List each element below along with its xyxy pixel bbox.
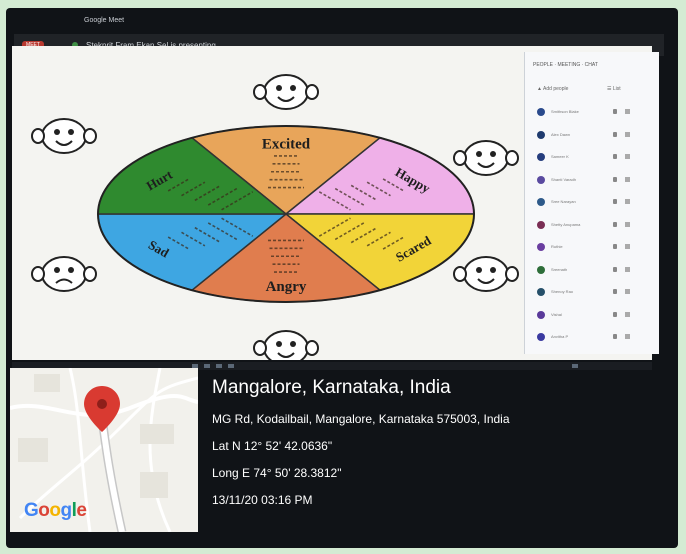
avatar (537, 220, 545, 229)
participant-name: Sreenath (551, 266, 568, 272)
participant-name: Alex Dawn (551, 131, 571, 137)
participant-name: Sameer K (551, 154, 569, 159)
location-address: MG Rd, Kodailbail, Mangalore, Karnataka … (212, 412, 510, 426)
microphone-icon[interactable] (613, 334, 617, 339)
more-options-icon[interactable] (625, 176, 630, 182)
avatar (537, 198, 545, 206)
participant-name: Anvitha P (551, 334, 569, 339)
taskbar-app-icon[interactable] (216, 364, 222, 368)
participant-name: Sree Narayan (551, 199, 576, 204)
photo-frame: Google Meet MEET Stekprit Fram Ekan Sel … (0, 0, 686, 554)
avatar (537, 288, 545, 296)
google-logo-letter: G (24, 500, 39, 521)
microphone-icon[interactable] (613, 244, 617, 249)
browser-topbar: Google Meet (14, 12, 664, 32)
avatar (537, 333, 545, 341)
participant-name: Shetty Anupama (551, 221, 581, 227)
microphone-icon[interactable] (613, 109, 617, 114)
participant-row[interactable]: Ruthie (531, 239, 653, 255)
avatar (537, 108, 545, 116)
location-title: Mangalore, Karnataka, India (212, 377, 451, 398)
geo-stamp: Mangalore, Karnataka, India MG Rd, Kodai… (212, 377, 686, 520)
more-options-icon[interactable] (625, 131, 630, 137)
participant-name: Smithson Blake (551, 109, 579, 114)
participant-name: Ruthie (551, 244, 563, 249)
microphone-icon[interactable] (613, 289, 617, 294)
panel-header: PEOPLE · MEETING · CHAT (533, 62, 598, 68)
microphone-icon[interactable] (613, 221, 617, 227)
taskbar-app-icon[interactable] (228, 364, 234, 368)
microphone-icon[interactable] (613, 176, 617, 182)
microphone-icon[interactable] (613, 154, 617, 159)
more-options-icon[interactable] (625, 109, 630, 114)
wheel-label-excited: Excited (262, 137, 311, 153)
more-options-icon[interactable] (625, 311, 630, 317)
more-options-icon[interactable] (625, 244, 630, 249)
emoji-face-icon (31, 118, 97, 154)
participant-row[interactable]: Vishal (531, 307, 653, 323)
emoji-face-icon (453, 140, 519, 176)
avatar (537, 153, 545, 161)
avatar (537, 130, 545, 139)
participant-name: Shenoy Rao (551, 289, 574, 294)
participant-row[interactable]: Sreenath (531, 262, 653, 278)
taskbar-app-icon[interactable] (204, 364, 210, 368)
google-logo-letter: e (76, 500, 87, 521)
participant-name: Vishal (551, 311, 562, 317)
emoji-face-icon (31, 256, 97, 292)
participant-row[interactable]: Sameer K (531, 149, 653, 165)
google-logo-letter: g (60, 500, 73, 521)
longitude-text: Long E 74° 50' 28.3812" (212, 466, 342, 480)
avatar (537, 175, 545, 184)
list-icon[interactable]: ☰ List (607, 86, 621, 92)
participant-row[interactable]: Smithson Blake (531, 104, 653, 120)
participant-row[interactable]: Sree Narayan (531, 194, 653, 210)
taskbar-tray-icon[interactable] (572, 364, 578, 368)
add-people-button[interactable]: ▲ Add people (537, 86, 568, 92)
map-thumbnail: Google (10, 368, 198, 532)
more-options-icon[interactable] (625, 266, 630, 272)
participant-name: Shanti Varadh (551, 176, 577, 182)
google-logo-letter: o (38, 500, 50, 521)
participant-row[interactable]: Shanti Varadh (531, 172, 653, 188)
wheel-label-angry: Angry (266, 279, 307, 295)
microphone-icon[interactable] (613, 131, 617, 137)
browser-tab[interactable]: Google Meet (84, 17, 124, 24)
emoji-face-icon (453, 256, 519, 292)
microphone-icon[interactable] (613, 199, 617, 204)
avatar (537, 310, 545, 319)
avatar (537, 243, 545, 251)
avatar (537, 265, 545, 274)
latitude-text: Lat N 12° 52' 42.0636" (212, 439, 333, 453)
participant-row[interactable]: Shetty Anupama (531, 217, 653, 233)
more-options-icon[interactable] (625, 199, 630, 204)
emoji-face-icon (253, 74, 319, 110)
more-options-icon[interactable] (625, 334, 630, 339)
google-logo: Google (24, 500, 87, 522)
more-options-icon[interactable] (625, 221, 630, 227)
participants-panel: PEOPLE · MEETING · CHAT ▲ Add people ☰ L… (524, 52, 659, 354)
participant-row[interactable]: Alex Dawn (531, 127, 653, 143)
more-options-icon[interactable] (625, 154, 630, 159)
microphone-icon[interactable] (613, 266, 617, 272)
participant-row[interactable]: Shenoy Rao (531, 284, 653, 300)
google-logo-letter: o (49, 500, 61, 521)
microphone-icon[interactable] (613, 311, 617, 317)
timestamp-text: 13/11/20 03:16 PM (212, 493, 313, 507)
more-options-icon[interactable] (625, 289, 630, 294)
emoji-face-icon (253, 330, 319, 360)
participant-row[interactable]: Anvitha P (531, 329, 653, 345)
